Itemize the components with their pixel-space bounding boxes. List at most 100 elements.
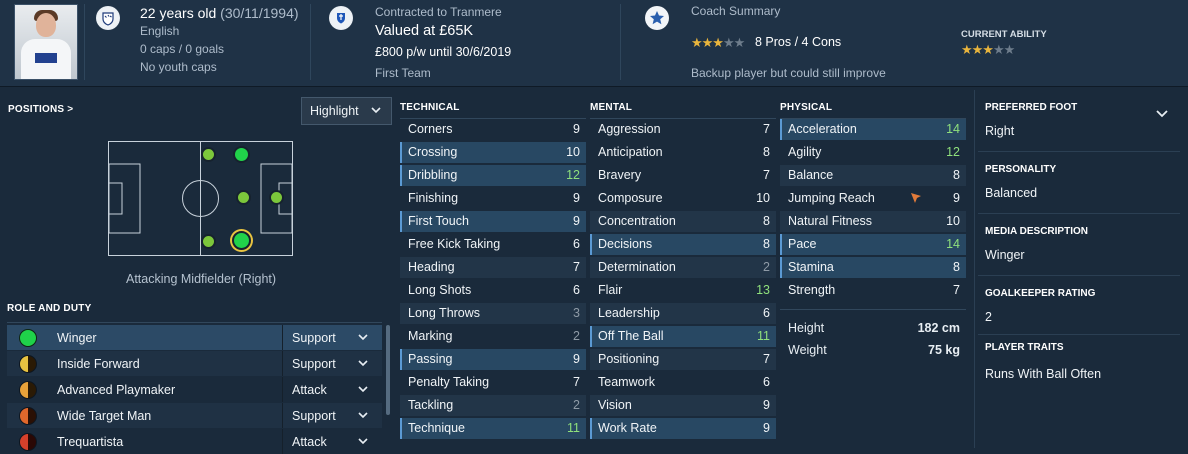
duty-select[interactable]: Attack	[292, 383, 327, 397]
attribute-row[interactable]: Jumping Reach 9	[780, 188, 966, 209]
attribute-row[interactable]: Natural Fitness 10	[780, 211, 966, 232]
attribute-row[interactable]: Teamwork 6	[590, 372, 776, 393]
duty-select[interactable]: Support	[292, 331, 336, 345]
attribute-value: 9	[573, 352, 580, 366]
media-description-label: MEDIA DESCRIPTION	[985, 226, 1088, 237]
attribute-row[interactable]: Strength 7	[780, 280, 966, 301]
weight-label: Weight	[788, 343, 827, 357]
attribute-row[interactable]: Vision 9	[590, 395, 776, 416]
attribute-name: Flair	[598, 283, 623, 297]
attribute-row[interactable]: Aggression 7	[590, 119, 776, 140]
attribute-row[interactable]: Flair 13	[590, 280, 776, 301]
attribute-value: 3	[573, 306, 580, 320]
attribute-row[interactable]: First Touch 9	[400, 211, 586, 232]
role-row-winger[interactable]: Winger Support	[7, 325, 382, 350]
positions-link[interactable]: POSITIONS >	[8, 104, 73, 115]
attribute-value: 2	[573, 398, 580, 412]
coach-rating-stars: ★★★★★	[691, 35, 745, 50]
role-suitability-icon	[19, 355, 37, 373]
england-crest-icon	[96, 6, 120, 30]
attribute-value: 12	[946, 145, 960, 159]
role-row-wide-target-man[interactable]: Wide Target Man Support	[7, 403, 382, 428]
duty-select[interactable]: Support	[292, 357, 336, 371]
wage-contract: £800 p/w until 30/6/2019	[375, 45, 512, 59]
preferred-foot-value: Right	[985, 124, 1015, 138]
attribute-row[interactable]: Anticipation 8	[590, 142, 776, 163]
attribute-value: 9	[763, 421, 770, 435]
chevron-down-icon[interactable]	[357, 331, 369, 346]
pros-cons: 8 Pros / 4 Cons	[755, 35, 842, 49]
role-name: Inside Forward	[57, 357, 140, 371]
attribute-value: 2	[763, 260, 770, 274]
player-trait-item: Runs With Ball Often	[985, 367, 1102, 381]
attribute-name: Bravery	[598, 168, 642, 182]
attribute-name: First Touch	[408, 214, 469, 228]
attribute-name: Determination	[598, 260, 676, 274]
attribute-row[interactable]: Balance 8	[780, 165, 966, 186]
preferred-foot-label: PREFERRED FOOT	[985, 102, 1078, 113]
attribute-row[interactable]: Free Kick Taking 6	[400, 234, 586, 255]
attribute-name: Decisions	[598, 237, 653, 251]
chevron-down-icon[interactable]	[357, 383, 369, 398]
duty-select[interactable]: Support	[292, 409, 336, 423]
chevron-down-icon[interactable]	[1155, 106, 1169, 125]
attribute-name: Positioning	[598, 352, 660, 366]
attribute-value: 2	[573, 329, 580, 343]
attribute-value: 9	[573, 122, 580, 136]
role-row-trequartista[interactable]: Trequartista Attack	[7, 429, 382, 454]
position-dot-mr	[201, 234, 216, 249]
chevron-down-icon[interactable]	[357, 357, 369, 372]
attribute-row[interactable]: Acceleration 14	[780, 119, 966, 140]
attribute-row[interactable]: Marking 2	[400, 326, 586, 347]
goalkeeper-rating-label: GOALKEEPER RATING	[985, 288, 1096, 299]
attribute-row[interactable]: Work Rate 9	[590, 418, 776, 439]
position-dot-amr	[233, 146, 250, 163]
role-row-advanced-playmaker[interactable]: Advanced Playmaker Attack	[7, 377, 382, 402]
attribute-row[interactable]: Determination 2	[590, 257, 776, 278]
position-pitch	[108, 141, 293, 256]
attribute-row[interactable]: Penalty Taking 7	[400, 372, 586, 393]
weight-value: 75 kg	[928, 343, 960, 357]
role-suitability-icon	[19, 407, 37, 425]
attribute-row[interactable]: Leadership 6	[590, 303, 776, 324]
attribute-row[interactable]: Tackling 2	[400, 395, 586, 416]
attribute-row[interactable]: Pace 14	[780, 234, 966, 255]
role-row-inside-forward[interactable]: Inside Forward Support	[7, 351, 382, 376]
roles-scrollbar[interactable]	[386, 325, 390, 415]
attribute-name: Off The Ball	[598, 329, 664, 343]
height-value: 182 cm	[917, 321, 960, 335]
attribute-row[interactable]: Passing 9	[400, 349, 586, 370]
attribute-name: Vision	[598, 398, 632, 412]
attribute-row[interactable]: Finishing 9	[400, 188, 586, 209]
duty-select[interactable]: Attack	[292, 435, 327, 449]
attribute-name: Agility	[788, 145, 822, 159]
attribute-name: Heading	[408, 260, 455, 274]
attribute-row[interactable]: Dribbling 12	[400, 165, 586, 186]
attribute-row[interactable]: Positioning 7	[590, 349, 776, 370]
attribute-row[interactable]: Off The Ball 11	[590, 326, 776, 347]
attribute-row[interactable]: Corners 9	[400, 119, 586, 140]
attribute-row[interactable]: Decisions 8	[590, 234, 776, 255]
attribute-value: 10	[566, 145, 580, 159]
attribute-row[interactable]: Agility 12	[780, 142, 966, 163]
squad-status: First Team	[375, 66, 431, 80]
attribute-name: Long Shots	[408, 283, 472, 297]
attribute-row[interactable]: Long Throws 3	[400, 303, 586, 324]
attribute-row[interactable]: Concentration 8	[590, 211, 776, 232]
attribute-name: Work Rate	[598, 421, 657, 435]
attribute-row[interactable]: Crossing 10	[400, 142, 586, 163]
trend-arrow-icon	[910, 192, 922, 207]
attribute-row[interactable]: Long Shots 6	[400, 280, 586, 301]
attribute-row[interactable]: Technique 11	[400, 418, 586, 439]
attribute-name: Acceleration	[788, 122, 857, 136]
youth-caps: No youth caps	[140, 60, 217, 74]
attribute-row[interactable]: Bravery 7	[590, 165, 776, 186]
highlight-dropdown[interactable]: Highlight	[301, 97, 392, 125]
attribute-row[interactable]: Heading 7	[400, 257, 586, 278]
attribute-row[interactable]: Composure 10	[590, 188, 776, 209]
attribute-name: Leadership	[598, 306, 660, 320]
attribute-value: 7	[953, 283, 960, 297]
attribute-row[interactable]: Stamina 8	[780, 257, 966, 278]
attribute-value: 10	[756, 191, 770, 205]
chevron-down-icon[interactable]	[357, 409, 369, 424]
